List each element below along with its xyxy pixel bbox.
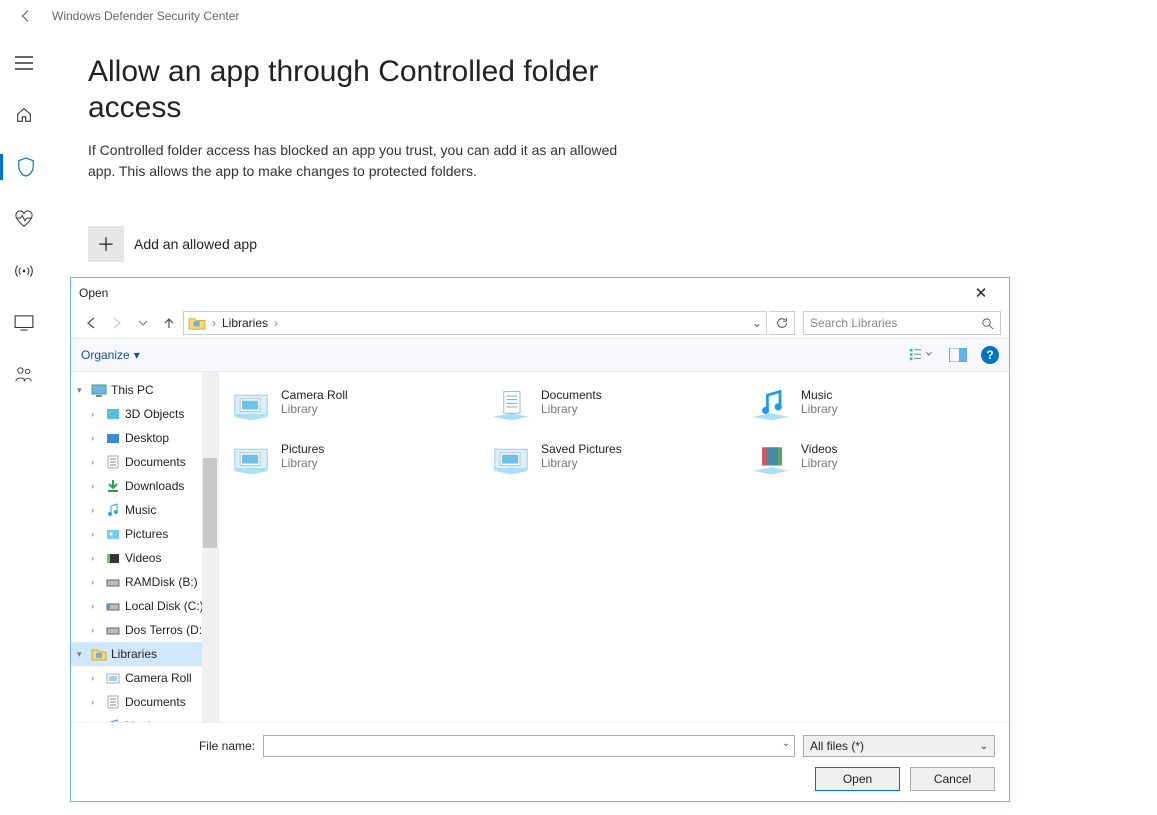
organize-menu[interactable]: Organize ▾ — [81, 348, 140, 362]
nav-tree: ▾This PC ›3D Objects ›Desktop ›Documents… — [71, 372, 219, 722]
library-name: Camera Roll — [281, 388, 348, 402]
tree-item[interactable]: ›Music — [71, 498, 218, 522]
tree-item[interactable]: ›Pictures — [71, 522, 218, 546]
help-icon[interactable]: ? — [981, 346, 999, 364]
close-icon[interactable]: ✕ — [961, 284, 1001, 302]
folder-icon — [188, 316, 206, 330]
tree-item[interactable]: ›Desktop — [71, 426, 218, 450]
library-subtitle: Library — [801, 402, 838, 416]
tree-libraries[interactable]: ▾Libraries — [71, 642, 218, 666]
tree-item[interactable]: ›3D Objects — [71, 402, 218, 426]
library-item[interactable]: VideosLibrary — [749, 442, 999, 478]
nav-forward-icon — [105, 311, 129, 335]
chevron-right-icon: › — [274, 316, 278, 330]
search-input[interactable]: Search Libraries — [803, 311, 1001, 335]
nav-up-icon[interactable] — [157, 311, 181, 335]
library-icon — [489, 442, 533, 478]
library-subtitle: Library — [541, 456, 622, 470]
filename-input[interactable]: ⌄ — [263, 735, 795, 757]
cancel-button[interactable]: Cancel — [910, 767, 995, 791]
file-type-filter[interactable]: All files (*)⌄ — [803, 735, 995, 757]
tree-item[interactable]: ›RAMDisk (B:) — [71, 570, 218, 594]
file-list: Camera RollLibraryDocumentsLibraryMusicL… — [219, 372, 1009, 722]
library-name: Saved Pictures — [541, 442, 622, 456]
file-open-dialog: Open ✕ › Libraries › ⌄ Search Libraries … — [70, 277, 1010, 802]
tree-item[interactable]: ›Downloads — [71, 474, 218, 498]
breadcrumb-libraries[interactable]: Libraries — [222, 316, 268, 330]
tree-item[interactable]: ›Videos — [71, 546, 218, 570]
chevron-down-icon: ▾ — [134, 348, 140, 362]
tree-this-pc[interactable]: ▾This PC — [71, 378, 218, 402]
page-title: Allow an app through Controlled folder a… — [88, 54, 648, 126]
home-icon[interactable] — [0, 102, 48, 128]
library-subtitle: Library — [801, 456, 838, 470]
nav-back-icon[interactable] — [79, 311, 103, 335]
add-allowed-app-label: Add an allowed app — [134, 236, 257, 252]
recent-dropdown-icon[interactable] — [131, 311, 155, 335]
chevron-down-icon[interactable]: ⌄ — [782, 738, 790, 749]
window-title: Windows Defender Security Center — [52, 9, 239, 23]
library-item[interactable]: Camera RollLibrary — [229, 388, 479, 424]
open-button[interactable]: Open — [815, 767, 900, 791]
view-options-icon[interactable] — [909, 347, 935, 363]
family-icon[interactable] — [0, 362, 48, 388]
tree-item[interactable]: ›Music — [71, 714, 218, 722]
library-icon — [229, 388, 273, 424]
tree-item[interactable]: ›Local Disk (C:) — [71, 594, 218, 618]
tree-scrollbar-thumb[interactable] — [203, 458, 217, 548]
tree-item[interactable]: ›Documents — [71, 450, 218, 474]
chevron-down-icon: ⌄ — [980, 741, 988, 752]
library-item[interactable]: PicturesLibrary — [229, 442, 479, 478]
titlebar: Windows Defender Security Center — [0, 0, 1157, 32]
library-icon — [229, 442, 273, 478]
library-name: Music — [801, 388, 838, 402]
heart-icon[interactable] — [0, 206, 48, 232]
nav-rail — [0, 32, 48, 815]
tree-item[interactable]: ›Camera Roll — [71, 666, 218, 690]
chevron-right-icon: › — [212, 316, 216, 330]
plus-icon: ＋ — [88, 226, 124, 262]
library-item[interactable]: Saved PicturesLibrary — [489, 442, 739, 478]
search-icon — [981, 317, 994, 330]
antenna-icon[interactable] — [0, 258, 48, 284]
library-item[interactable]: DocumentsLibrary — [489, 388, 739, 424]
address-bar[interactable]: › Libraries › ⌄ — [183, 311, 767, 335]
page-description: If Controlled folder access has blocked … — [88, 140, 648, 182]
library-icon — [749, 442, 793, 478]
filename-label: File name: — [85, 739, 255, 753]
back-icon[interactable] — [12, 9, 40, 23]
library-icon — [489, 388, 533, 424]
tree-item[interactable]: ›Documents — [71, 690, 218, 714]
library-name: Videos — [801, 442, 838, 456]
hamburger-icon[interactable] — [0, 50, 48, 76]
library-name: Pictures — [281, 442, 324, 456]
refresh-icon[interactable] — [769, 311, 795, 335]
address-dropdown-icon[interactable]: ⌄ — [752, 316, 762, 330]
library-subtitle: Library — [281, 402, 348, 416]
preview-pane-icon[interactable] — [949, 348, 967, 362]
search-placeholder: Search Libraries — [810, 316, 897, 330]
library-subtitle: Library — [541, 402, 602, 416]
dialog-title: Open — [79, 286, 108, 300]
shield-icon[interactable] — [0, 154, 48, 180]
library-item[interactable]: MusicLibrary — [749, 388, 999, 424]
add-allowed-app-button[interactable]: ＋ Add an allowed app — [88, 226, 257, 262]
monitor-icon[interactable] — [0, 310, 48, 336]
library-name: Documents — [541, 388, 602, 402]
library-subtitle: Library — [281, 456, 324, 470]
tree-item[interactable]: ›Dos Terros (D:) — [71, 618, 218, 642]
library-icon — [749, 388, 793, 424]
